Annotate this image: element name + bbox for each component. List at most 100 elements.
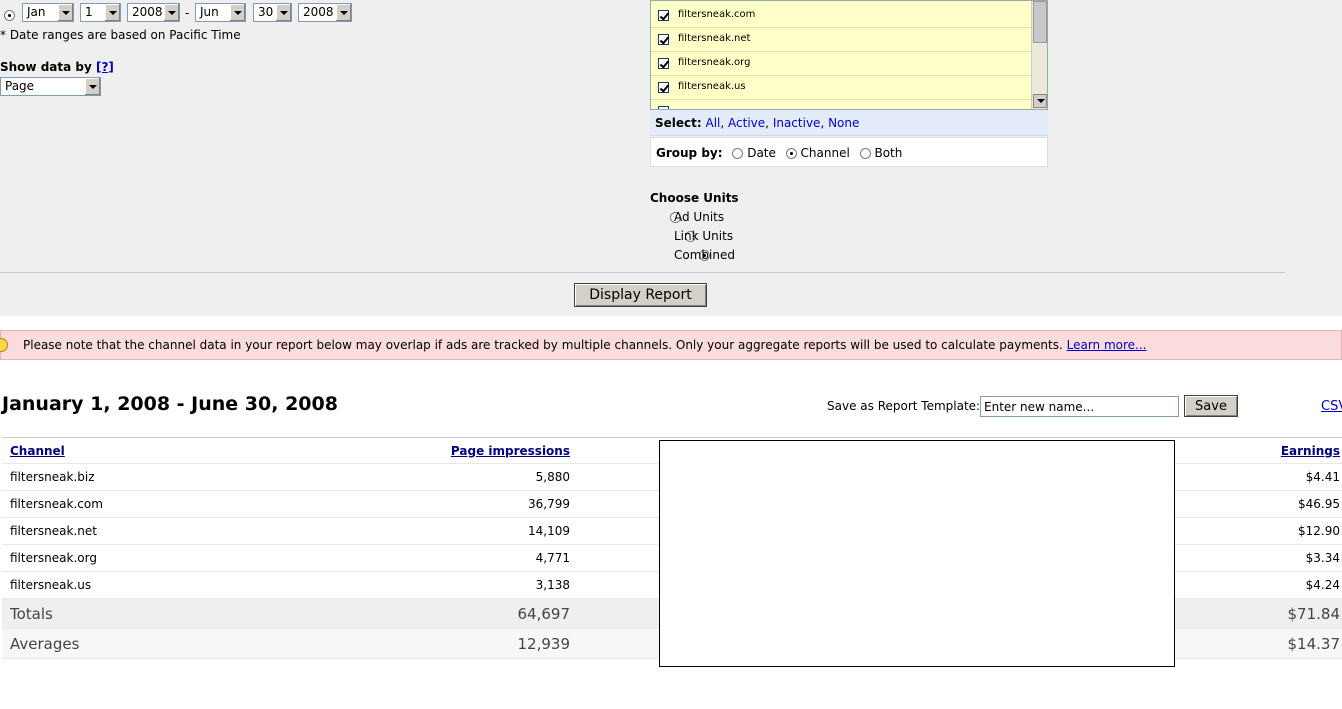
notice-text: Please note that the channel data in you…	[23, 338, 1063, 352]
end-year-select[interactable]: 2008	[298, 3, 352, 22]
start-day-value: 1	[85, 5, 93, 19]
redacted-columns-box	[659, 440, 1175, 667]
column-header-earnings[interactable]: Earnings	[1162, 437, 1342, 464]
cell-channel: filtersneak.org	[2, 544, 242, 572]
averages-label: Averages	[2, 628, 242, 659]
divider	[0, 272, 1285, 273]
channel-select-bar: Select: All, Active, Inactive, None	[650, 110, 1048, 136]
save-template-button[interactable]: Save	[1184, 395, 1238, 417]
channel-item[interactable]: filtersneak.com	[651, 4, 1032, 28]
end-month-value: Jun	[200, 5, 219, 19]
totals-earnings: $71.84	[1162, 598, 1342, 629]
totals-label: Totals	[2, 598, 242, 629]
chevron-down-icon	[229, 4, 245, 21]
warning-icon	[0, 338, 8, 352]
learn-more-link[interactable]: Learn more...	[1067, 338, 1147, 352]
select-all-link[interactable]: All	[706, 116, 721, 130]
end-month-select[interactable]: Jun	[195, 3, 246, 22]
report-title: January 1, 2008 - June 30, 2008	[2, 393, 338, 415]
cell-earnings: $4.24	[1162, 571, 1342, 599]
cell-impressions: 4,771	[242, 544, 572, 572]
cell-earnings: $4.41	[1162, 463, 1342, 491]
select-none-link[interactable]: None	[828, 116, 859, 130]
group-by-date-radio[interactable]	[732, 148, 744, 159]
column-header-channel[interactable]: Channel	[2, 437, 242, 464]
group-by-bar: Group by: Date Channel Both	[650, 137, 1048, 167]
cell-impressions: 5,880	[242, 463, 572, 491]
csv-export-link[interactable]: CSV	[1321, 399, 1342, 414]
chevron-down-icon	[335, 4, 351, 21]
channel-checkbox[interactable]	[658, 58, 669, 69]
report-options-panel: Jan 1 2008 - Jun 30 2008 * Date ranges a…	[0, 0, 1342, 316]
chevron-down-icon	[275, 4, 291, 21]
group-by-label: Group by:	[656, 146, 723, 160]
sort-earnings-link[interactable]: Earnings	[1281, 444, 1340, 458]
cell-impressions: 36,799	[242, 490, 572, 518]
channel-overlap-notice: Please note that the channel data in you…	[0, 330, 1342, 360]
choose-units-title: Choose Units	[650, 191, 739, 205]
channel-checkbox[interactable]	[658, 82, 669, 93]
sort-channel-link[interactable]: Channel	[10, 444, 65, 458]
channel-list-scrollbar[interactable]	[1031, 1, 1047, 109]
channel-item[interactable]: filtersneak.org	[651, 52, 1032, 76]
start-month-value: Jan	[27, 5, 46, 19]
start-day-select[interactable]: 1	[80, 3, 121, 22]
channel-item[interactable]: filtersneak.net	[651, 28, 1032, 52]
channel-item-label: filtersneak.net	[678, 33, 751, 44]
channel-item-label: filtersneak.us	[678, 81, 746, 92]
date-separator: -	[185, 6, 190, 20]
cell-channel: filtersneak.com	[2, 490, 242, 518]
units-ad-label: Ad Units	[674, 210, 725, 224]
template-name-input[interactable]	[980, 396, 1179, 417]
select-active-link[interactable]: Active	[728, 116, 765, 130]
group-by-both-label: Both	[874, 146, 903, 160]
group-by-both-radio[interactable]	[859, 148, 871, 159]
cell-channel: filtersneak.us	[2, 571, 242, 599]
chevron-down-icon	[84, 78, 100, 95]
chevron-down-icon	[104, 4, 120, 21]
select-inactive-link[interactable]: Inactive	[773, 116, 821, 130]
show-data-by-help-link[interactable]: [?]	[96, 60, 114, 74]
channel-item-partial[interactable]	[651, 100, 1032, 109]
units-combined-label: Combined	[674, 248, 735, 262]
show-data-by-select[interactable]: Page	[0, 77, 101, 96]
channel-list[interactable]: filtersneak.com filtersneak.net filtersn…	[650, 0, 1048, 110]
group-by-channel-label: Channel	[800, 146, 850, 160]
footer-links	[420, 700, 940, 709]
cell-impressions: 3,138	[242, 571, 572, 599]
show-data-by-value: Page	[5, 79, 35, 93]
cell-impressions: 14,109	[242, 517, 572, 545]
cell-earnings: $3.34	[1162, 544, 1342, 572]
channel-checkbox[interactable]	[658, 10, 669, 21]
scrollbar-thumb[interactable]	[1033, 1, 1047, 43]
averages-earnings: $14.37	[1162, 628, 1342, 659]
timezone-note: * Date ranges are based on Pacific Time	[0, 28, 241, 42]
column-header-impressions[interactable]: Page impressions	[242, 437, 572, 464]
date-range-radio[interactable]	[4, 10, 15, 21]
cell-earnings: $12.90	[1162, 517, 1342, 545]
channel-item-label: filtersneak.org	[678, 57, 751, 68]
group-by-channel-radio[interactable]	[785, 148, 797, 159]
channel-checkbox[interactable]	[658, 34, 669, 45]
display-report-button[interactable]: Display Report	[574, 283, 707, 307]
chevron-down-icon	[163, 4, 179, 21]
select-label: Select:	[655, 116, 702, 130]
scroll-down-icon[interactable]	[1033, 94, 1047, 108]
end-day-select[interactable]: 30	[253, 3, 292, 22]
group-by-date-label: Date	[747, 146, 776, 160]
end-year-value: 2008	[303, 5, 334, 19]
averages-impressions: 12,939	[242, 628, 572, 659]
totals-impressions: 64,697	[242, 598, 572, 629]
cell-channel: filtersneak.net	[2, 517, 242, 545]
channel-item[interactable]: filtersneak.us	[651, 76, 1032, 100]
chevron-down-icon	[57, 4, 73, 21]
cell-earnings: $46.95	[1162, 490, 1342, 518]
start-year-value: 2008	[132, 5, 163, 19]
start-month-select[interactable]: Jan	[22, 3, 74, 22]
start-year-select[interactable]: 2008	[127, 3, 180, 22]
show-data-by-text: Show data by	[0, 60, 96, 74]
show-data-by-label: Show data by [?]	[0, 60, 114, 74]
save-template-label: Save as Report Template:	[827, 399, 981, 413]
units-link-label: Link Units	[674, 229, 734, 243]
sort-impressions-link[interactable]: Page impressions	[451, 444, 570, 458]
